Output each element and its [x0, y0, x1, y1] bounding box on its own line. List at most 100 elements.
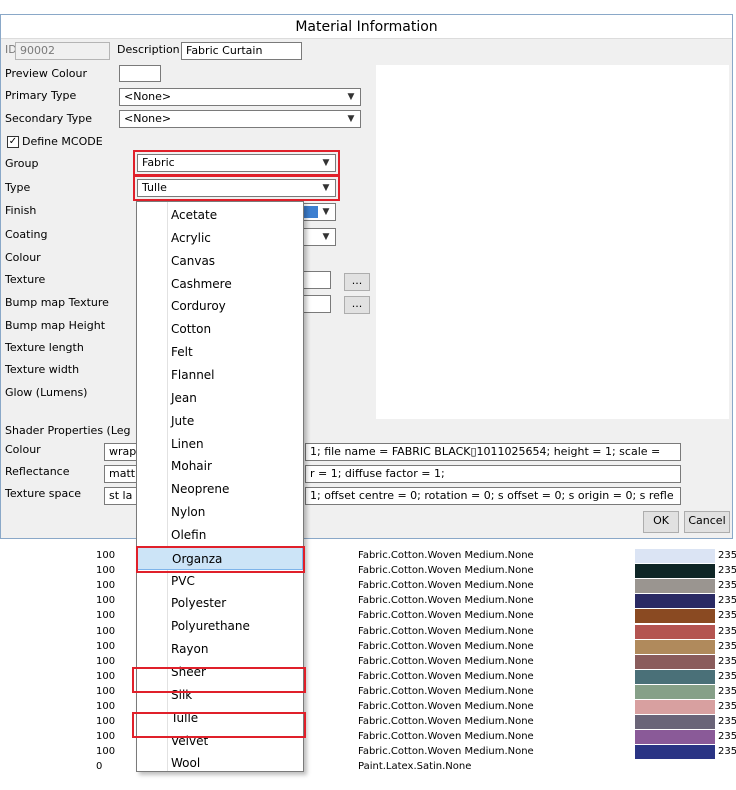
table-row: 100 Fabric.Cotton.Woven Medium.None 235 [0, 684, 736, 699]
type-label: Type [5, 181, 31, 194]
row-colour-swatch [635, 549, 715, 563]
bump-map-browse-button[interactable]: ... [344, 296, 370, 314]
row-description: Fabric.Cotton.Woven Medium.None [358, 731, 534, 743]
dropdown-item-wool[interactable]: Wool [137, 752, 303, 775]
shader-colour-field[interactable]: 1; file name = FABRIC BLACK▯1011025654; … [305, 443, 681, 461]
row-qty: 100 [96, 580, 116, 592]
bump-map-height-label: Bump map Height [5, 319, 106, 332]
dropdown-item-flannel[interactable]: Flannel [137, 364, 303, 387]
table-row: 0NoPaint.Latex.Satin.None [0, 761, 736, 773]
dropdown-item-corduroy[interactable]: Corduroy [137, 295, 303, 318]
secondary-type-select[interactable]: <None> ▼ [119, 110, 361, 128]
row-description: Fabric.Cotton.Woven Medium.None [358, 610, 534, 622]
row-qty: 100 [96, 610, 116, 622]
primary-type-label: Primary Type [5, 89, 77, 102]
dropdown-item-rayon[interactable]: Rayon [137, 638, 303, 661]
material-information-dialog: Material Information ID 90002 Descriptio… [0, 14, 733, 539]
row-number: 235 [718, 655, 736, 667]
primary-type-select[interactable]: <None> ▼ [119, 88, 361, 106]
tulle-highlight-box [132, 712, 306, 738]
define-mcode-checkbox[interactable]: ✓ [7, 136, 19, 148]
row-number: 235 [718, 550, 736, 561]
row-colour-swatch [635, 564, 715, 579]
dropdown-item-olefin[interactable]: Olefin [137, 524, 303, 547]
shader-texture-space-left[interactable]: st la [104, 487, 138, 505]
table-row: 100 Fabric.Cotton.Woven Medium.None 235 [0, 669, 736, 684]
texture-length-label: Texture length [5, 341, 84, 354]
row-qty: 100 [96, 670, 116, 682]
dropdown-item-mohair[interactable]: Mohair [137, 455, 303, 478]
texture-field[interactable] [301, 271, 331, 289]
material-preview-panel [376, 65, 729, 419]
dropdown-item-canvas[interactable]: Canvas [137, 250, 303, 273]
shader-properties-header: Shader Properties (Leg [5, 424, 131, 437]
shader-colour-label: Colour [5, 443, 41, 456]
dropdown-item-jean[interactable]: Jean [137, 387, 303, 410]
shader-texture-space-field[interactable]: 1; offset centre = 0; rotation = 0; s of… [305, 487, 681, 505]
chevron-down-icon: ▼ [347, 114, 355, 124]
row-colour-swatch [635, 730, 715, 745]
row-description: Fabric.Cotton.Woven Medium.None [358, 701, 534, 712]
coating-select[interactable]: ▼ [301, 228, 336, 246]
dropdown-item-acrylic[interactable]: Acrylic [137, 227, 303, 250]
dropdown-item-pvc[interactable]: PVC [137, 570, 303, 593]
dropdown-item-jute[interactable]: Jute [137, 410, 303, 433]
row-description: Fabric.Cotton.Woven Medium.None [358, 670, 534, 682]
chevron-down-icon: ▼ [322, 232, 330, 242]
texture-browse-button[interactable]: ... [344, 273, 370, 291]
dropdown-item-cashmere[interactable]: Cashmere [137, 273, 303, 296]
cancel-button[interactable]: Cancel [684, 511, 730, 533]
group-highlight-box [133, 150, 340, 176]
row-qty: 100 [96, 625, 116, 637]
group-label: Group [5, 157, 39, 170]
row-colour-swatch [635, 700, 715, 714]
dropdown-item-felt[interactable]: Felt [137, 341, 303, 364]
organza-highlight-box [136, 546, 305, 573]
table-row: 100 Fabric.Cotton.Woven Medium.None 235 [0, 564, 736, 579]
table-row: 100 Fabric.Cotton.Woven Medium.None 235 [0, 579, 736, 594]
row-description: Fabric.Cotton.Woven Medium.None [358, 685, 534, 697]
bump-map-texture-field[interactable] [301, 295, 331, 313]
dropdown-item-polyester[interactable]: Polyester [137, 592, 303, 615]
finish-selected-indicator [304, 206, 318, 218]
table-row: 100 Fabric.Cotton.Woven Medium.None 235 [0, 609, 736, 624]
row-colour-swatch [635, 624, 715, 639]
row-colour-swatch [635, 684, 715, 699]
dropdown-item-cotton[interactable]: Cotton [137, 318, 303, 341]
dropdown-item-neoprene[interactable]: Neoprene [137, 478, 303, 501]
dropdown-item-linen[interactable]: Linen [137, 433, 303, 456]
ok-button[interactable]: OK [643, 511, 679, 533]
row-colour-swatch [635, 639, 715, 654]
row-qty: 100 [96, 746, 116, 758]
row-number: 235 [718, 685, 736, 697]
dialog-title: Material Information [1, 15, 732, 39]
preview-colour-swatch[interactable] [119, 65, 161, 82]
texture-label: Texture [5, 273, 46, 286]
finish-select[interactable]: ▼ [301, 203, 336, 221]
row-colour-swatch [635, 715, 715, 730]
row-colour-swatch [635, 654, 715, 669]
row-qty: 100 [96, 701, 116, 712]
row-colour-swatch [635, 579, 715, 594]
dropdown-item-polyurethane[interactable]: Polyurethane [137, 615, 303, 638]
shader-colour-left[interactable]: wrap [104, 443, 138, 461]
shader-reflectance-left[interactable]: matt [104, 465, 138, 483]
texture-width-label: Texture width [5, 363, 80, 376]
shader-reflectance-field[interactable]: r = 1; diffuse factor = 1; [305, 465, 681, 483]
table-row: 100 Fabric.Cotton.Woven Medium.None 235 [0, 594, 736, 609]
row-description: Fabric.Cotton.Woven Medium.None [358, 655, 534, 667]
row-number: 235 [718, 746, 736, 758]
row-colour-swatch [635, 669, 715, 684]
row-qty: 100 [96, 685, 116, 697]
description-field[interactable]: Fabric Curtain [181, 42, 302, 60]
dropdown-item-nylon[interactable]: Nylon [137, 501, 303, 524]
primary-type-value: <None> [124, 90, 172, 103]
row-number: 235 [718, 610, 736, 622]
row-description: Fabric.Cotton.Woven Medium.None [358, 716, 534, 728]
row-colour-swatch [635, 609, 715, 624]
row-number: 235 [718, 701, 736, 712]
table-row: 100 Fabric.Cotton.Woven Medium.None 235 [0, 639, 736, 654]
dropdown-item-acetate[interactable]: Acetate [137, 204, 303, 227]
row-description: Fabric.Cotton.Woven Medium.None [358, 550, 534, 561]
shader-texture-space-label: Texture space [5, 487, 82, 500]
